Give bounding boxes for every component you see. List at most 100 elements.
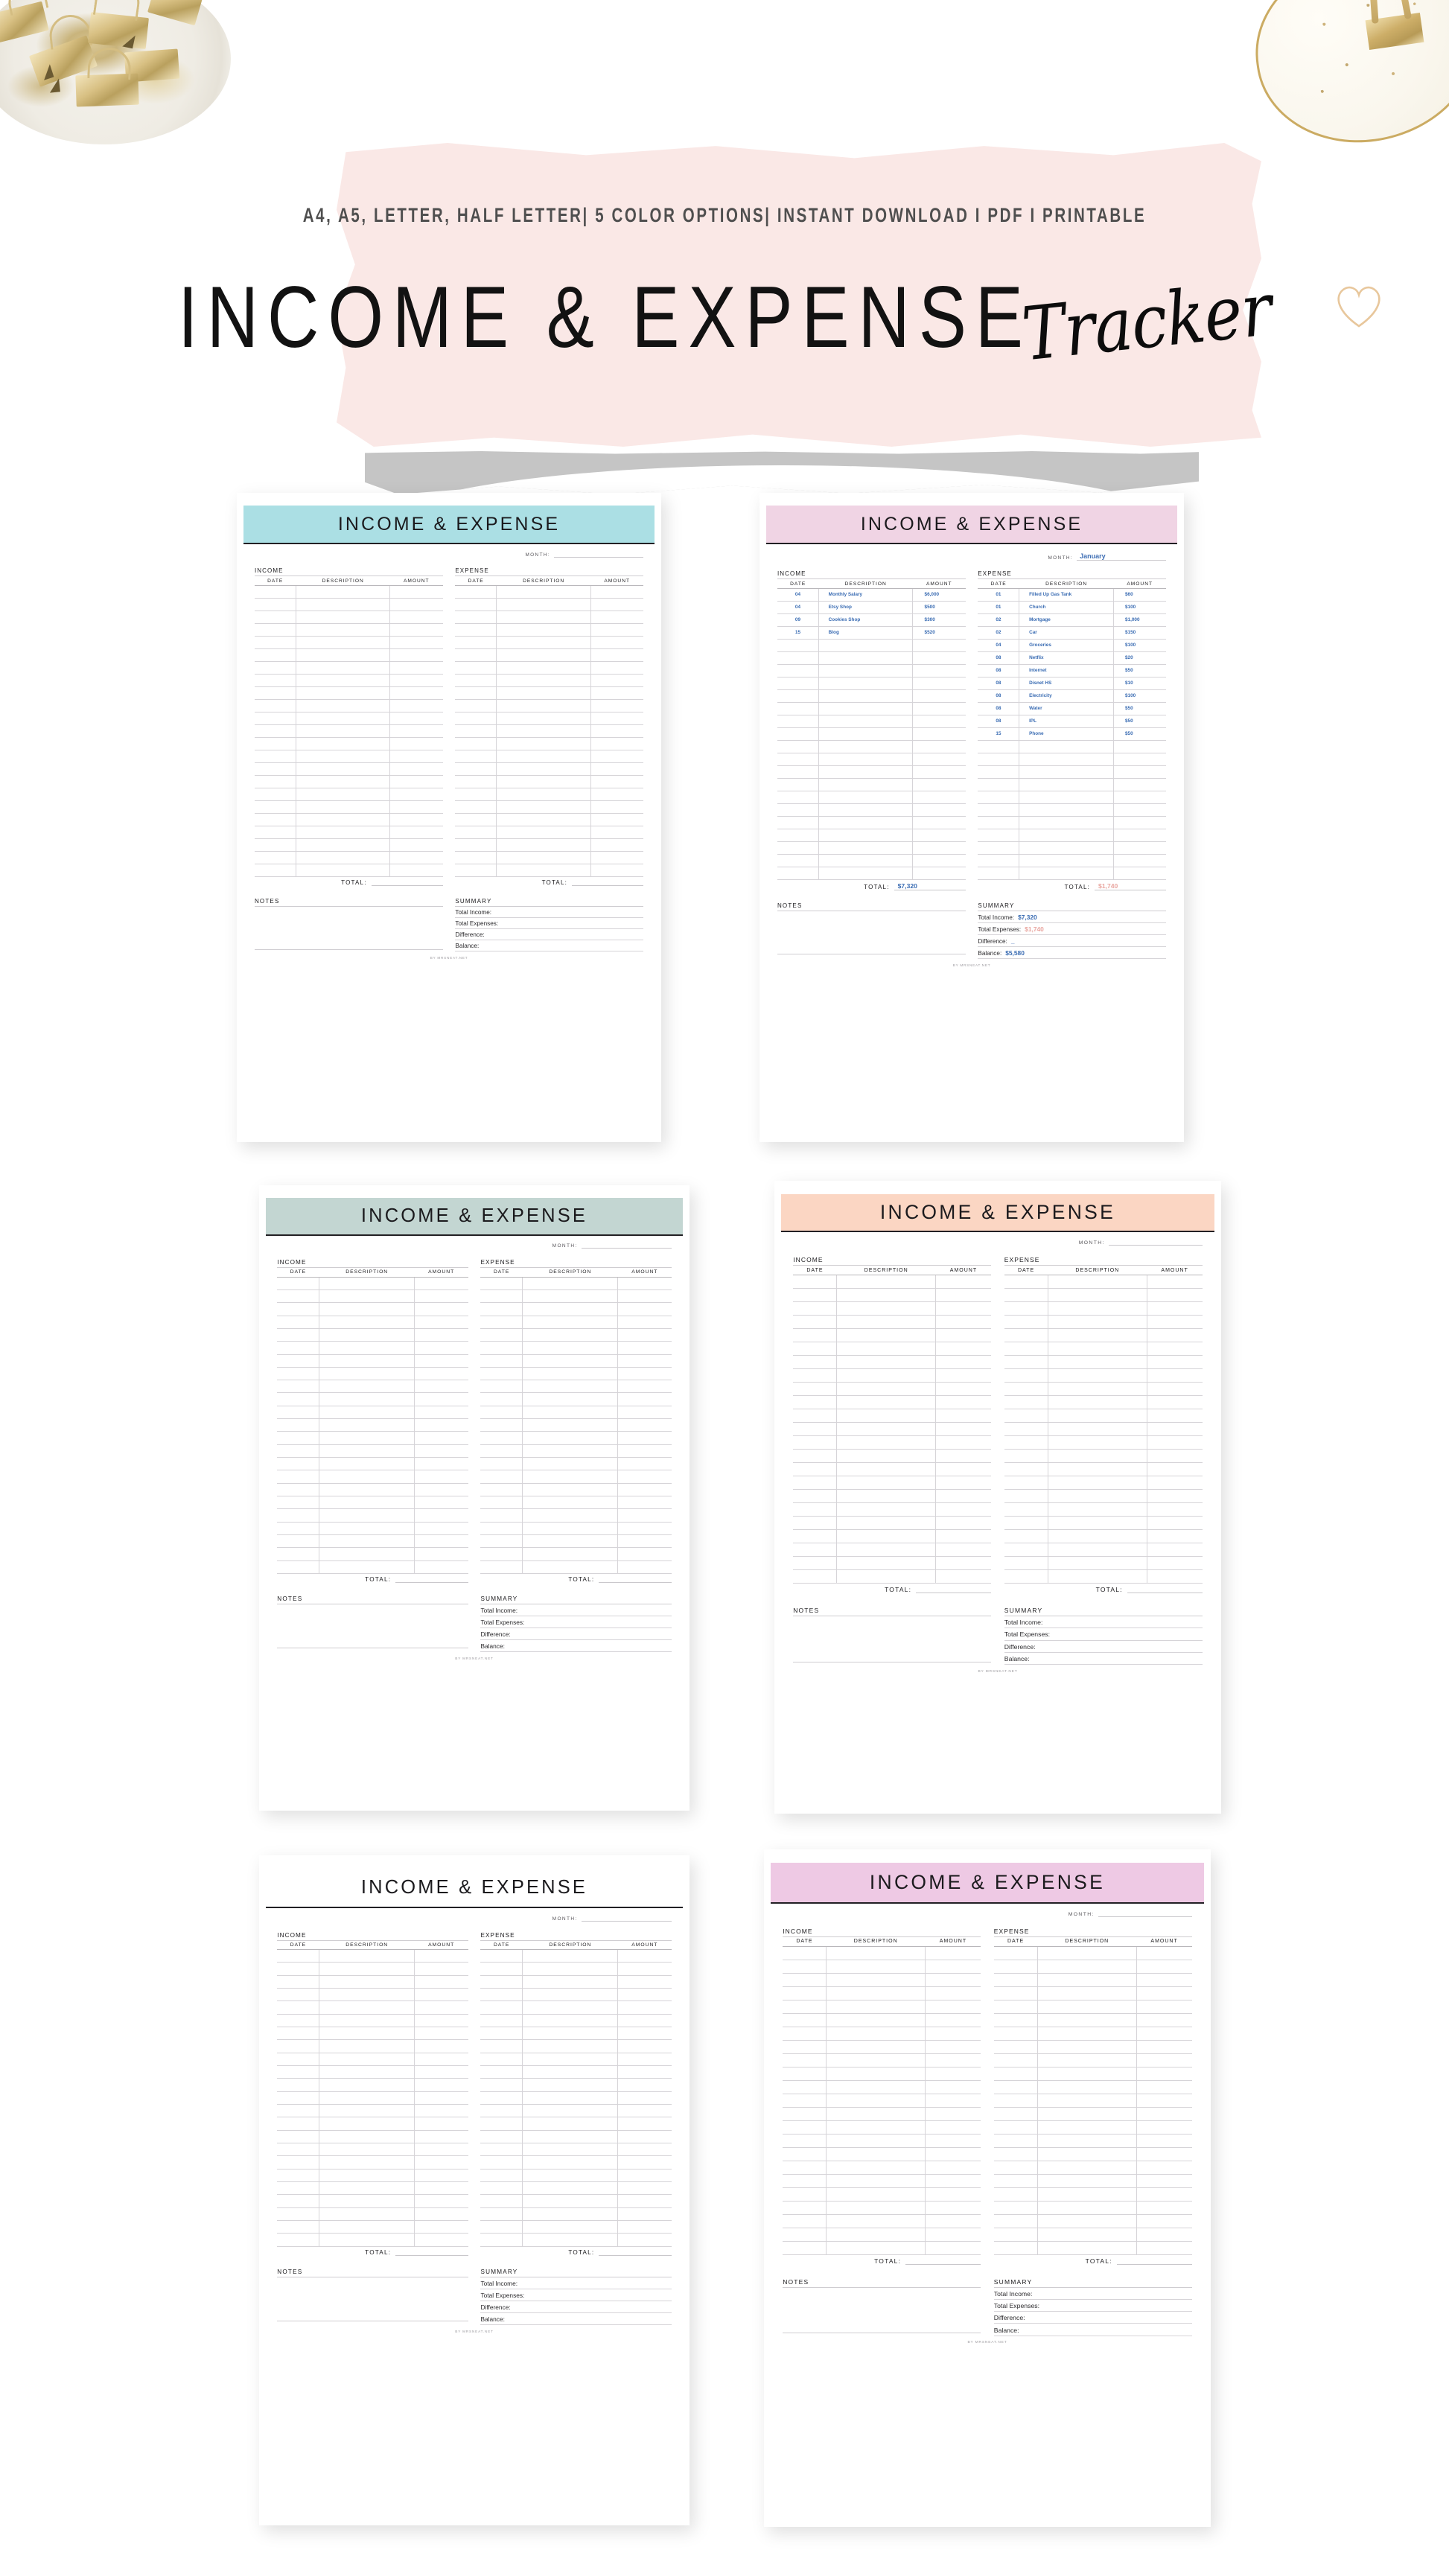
cell-description[interactable] xyxy=(1019,816,1114,829)
cell-description[interactable] xyxy=(296,775,391,788)
cell-description[interactable] xyxy=(496,648,591,662)
table-row[interactable] xyxy=(480,2027,672,2041)
cell-date[interactable] xyxy=(783,2134,827,2148)
cell-description[interactable] xyxy=(1048,1489,1147,1504)
table-row[interactable] xyxy=(993,2027,1192,2041)
cell-amount[interactable] xyxy=(935,1409,992,1424)
cell-description[interactable] xyxy=(522,2169,619,2183)
cell-description[interactable] xyxy=(319,1418,415,1432)
table-row[interactable] xyxy=(783,2120,981,2135)
cell-description[interactable] xyxy=(522,1341,619,1355)
cell-description[interactable] xyxy=(319,1522,415,1536)
cell-amount[interactable] xyxy=(617,2091,672,2105)
cell-date[interactable] xyxy=(277,1328,320,1342)
cell-amount[interactable] xyxy=(912,727,966,741)
month-value[interactable] xyxy=(1108,1244,1203,1246)
cell-amount[interactable] xyxy=(617,1975,672,1989)
cell-description[interactable] xyxy=(522,1277,619,1290)
month-field[interactable]: MONTH: xyxy=(793,1240,1203,1246)
table-row[interactable] xyxy=(993,2013,1192,2027)
cell-date[interactable] xyxy=(993,2134,1038,2148)
cell-description[interactable] xyxy=(496,826,591,839)
cell-amount[interactable] xyxy=(912,702,966,715)
cell-amount[interactable] xyxy=(389,800,443,814)
table-row[interactable] xyxy=(783,2094,981,2108)
table-row[interactable] xyxy=(480,1418,672,1432)
table-row[interactable] xyxy=(254,661,443,675)
expense-total-value[interactable] xyxy=(599,2254,672,2256)
cell-date[interactable] xyxy=(978,829,1020,842)
cell-amount[interactable] xyxy=(1113,753,1167,766)
cell-description[interactable] xyxy=(1037,2174,1137,2188)
table-row[interactable] xyxy=(783,2161,981,2175)
cell-date[interactable] xyxy=(783,2147,827,2161)
cell-date[interactable] xyxy=(793,1395,838,1410)
cell-date[interactable] xyxy=(793,1529,838,1544)
cell-description[interactable] xyxy=(319,2194,415,2208)
cell-description[interactable] xyxy=(319,2091,415,2105)
cell-date[interactable] xyxy=(277,1316,320,1329)
table-row[interactable] xyxy=(480,2053,672,2067)
cell-description[interactable] xyxy=(1048,1382,1147,1397)
cell-amount[interactable] xyxy=(617,1457,672,1471)
cell-date[interactable] xyxy=(993,2201,1038,2215)
cell-date[interactable] xyxy=(254,610,297,624)
cell-amount[interactable] xyxy=(935,1355,992,1370)
cell-amount[interactable] xyxy=(1147,1543,1203,1558)
cell-amount[interactable] xyxy=(590,851,644,864)
cell-amount[interactable] xyxy=(414,2104,468,2118)
cell-date[interactable] xyxy=(277,2078,320,2092)
table-row[interactable] xyxy=(254,636,443,649)
cell-description[interactable] xyxy=(319,1328,415,1342)
cell-amount[interactable] xyxy=(912,715,966,728)
cell-amount[interactable] xyxy=(1136,1986,1192,2000)
table-row[interactable] xyxy=(254,813,443,826)
summary-row[interactable]: Total Income: xyxy=(455,907,644,919)
cell-date[interactable] xyxy=(793,1342,838,1356)
cell-amount[interactable] xyxy=(935,1368,992,1383)
cell-description[interactable] xyxy=(836,1462,937,1477)
cell-amount[interactable]: $100 xyxy=(1113,601,1167,614)
cell-description[interactable] xyxy=(522,2065,619,2079)
cell-date[interactable] xyxy=(777,677,820,690)
cell-amount[interactable] xyxy=(590,762,644,776)
month-field[interactable]: MONTH: xyxy=(783,1912,1192,1917)
cell-amount[interactable] xyxy=(912,816,966,829)
cell-amount[interactable] xyxy=(414,1380,468,1394)
cell-description[interactable] xyxy=(826,1986,926,2000)
cell-date[interactable] xyxy=(480,1367,523,1381)
cell-description[interactable] xyxy=(522,1367,619,1381)
cell-date[interactable] xyxy=(1004,1395,1048,1410)
cell-date[interactable]: 08 xyxy=(978,651,1020,665)
cell-description[interactable] xyxy=(818,651,914,665)
cell-amount[interactable] xyxy=(414,1392,468,1406)
cell-description[interactable] xyxy=(496,585,591,599)
cell-description[interactable] xyxy=(319,2220,415,2234)
cell-amount[interactable] xyxy=(935,1516,992,1531)
cell-description[interactable]: Car xyxy=(1019,626,1114,640)
cell-amount[interactable] xyxy=(414,2220,468,2234)
table-row[interactable] xyxy=(793,1368,992,1383)
cell-date[interactable] xyxy=(793,1476,838,1491)
table-row[interactable] xyxy=(480,1975,672,1989)
cell-date[interactable] xyxy=(277,2155,320,2169)
cell-amount[interactable] xyxy=(925,2053,981,2068)
table-row[interactable] xyxy=(277,1406,468,1420)
cell-date[interactable] xyxy=(993,2040,1038,2054)
cell-description[interactable] xyxy=(496,851,591,864)
cell-amount[interactable]: $500 xyxy=(912,601,966,614)
cell-date[interactable] xyxy=(277,1406,320,1420)
cell-date[interactable] xyxy=(277,1392,320,1406)
cell-date[interactable] xyxy=(480,2104,523,2118)
cell-description[interactable]: Church xyxy=(1019,601,1114,614)
table-row[interactable] xyxy=(777,854,966,867)
table-row[interactable] xyxy=(978,841,1167,855)
cell-amount[interactable]: $10 xyxy=(1113,677,1167,690)
cell-date[interactable] xyxy=(993,2214,1038,2228)
cell-date[interactable] xyxy=(277,1444,320,1458)
cell-amount[interactable] xyxy=(617,2000,672,2015)
cell-date[interactable] xyxy=(480,1316,523,1329)
table-row[interactable] xyxy=(777,816,966,829)
cell-amount[interactable] xyxy=(414,2078,468,2092)
table-row[interactable] xyxy=(777,664,966,678)
